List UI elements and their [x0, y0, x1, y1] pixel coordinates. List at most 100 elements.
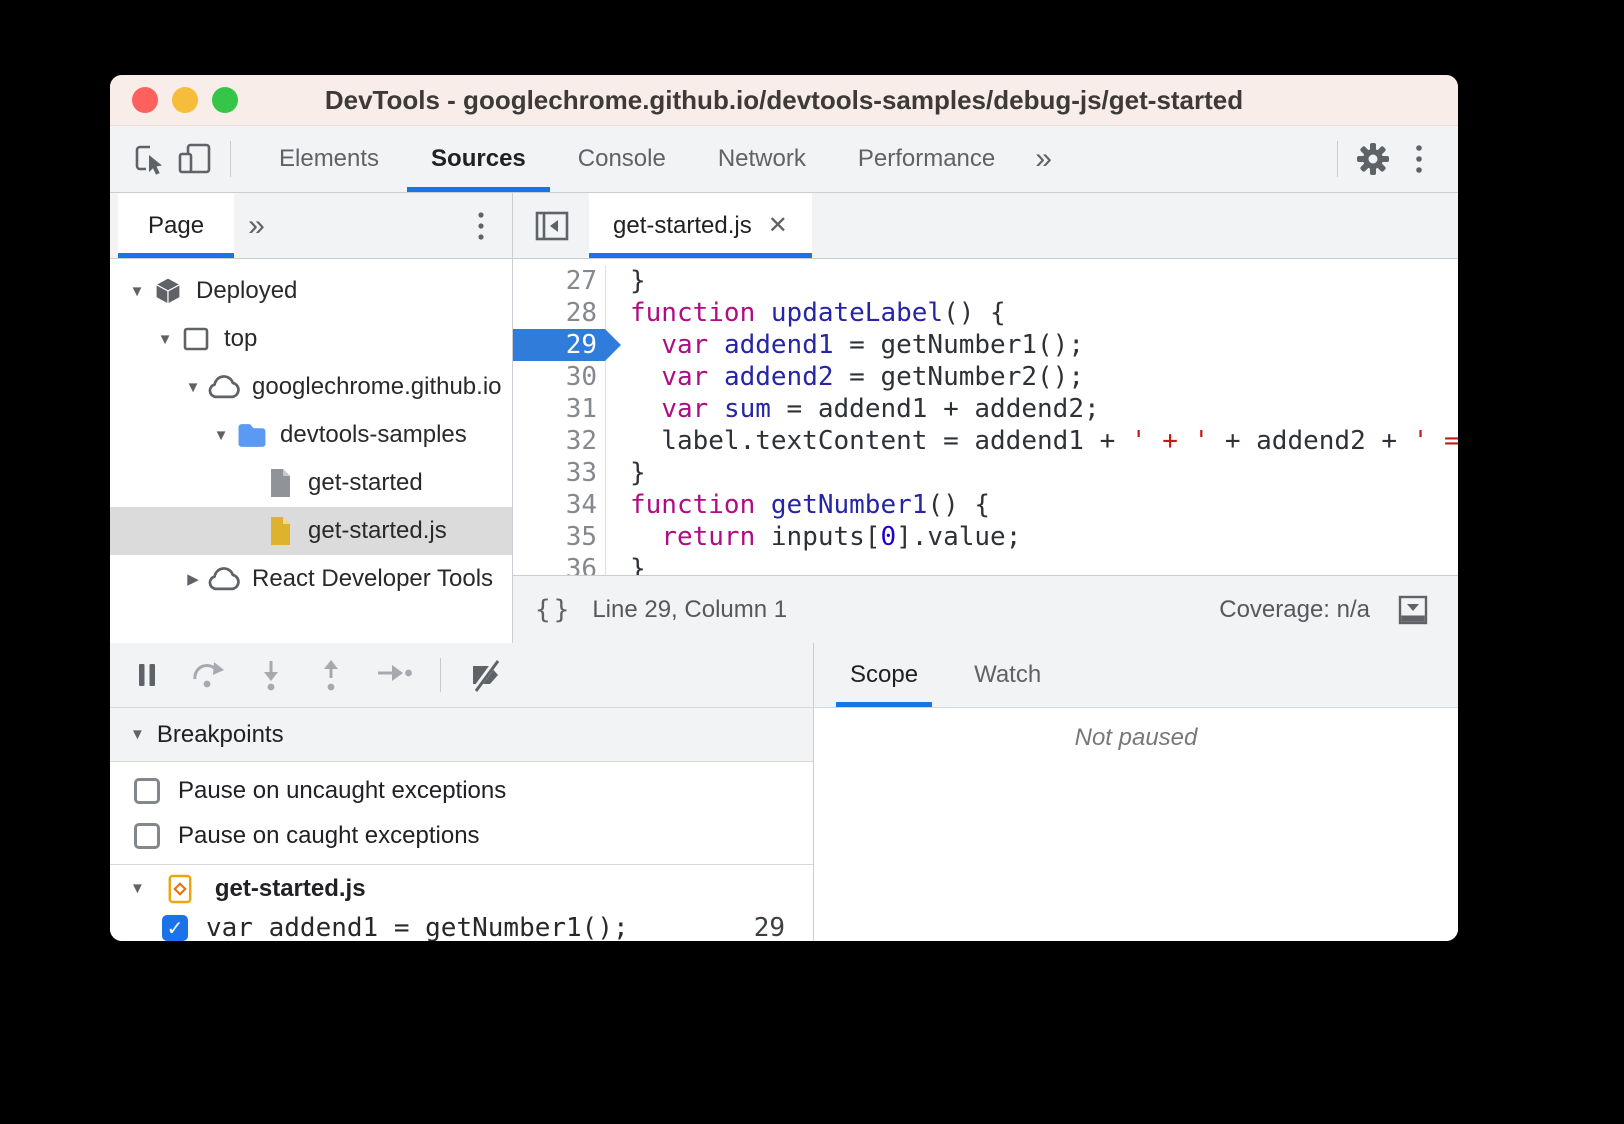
code-line-30: 30 var addend2 = getNumber2();: [513, 361, 1458, 393]
pause-script-icon[interactable]: [130, 658, 164, 692]
line-number[interactable]: 36: [513, 553, 606, 575]
breakpoint-checkbox[interactable]: ✓: [162, 915, 188, 941]
code-text[interactable]: label.textContent = addend1 + ' + ' + ad…: [606, 425, 1458, 457]
code-area[interactable]: 27}28function updateLabel() {29 var adde…: [513, 259, 1458, 575]
zoom-window-button[interactable]: [212, 87, 238, 113]
step-out-icon[interactable]: [314, 657, 348, 693]
tree-item-top[interactable]: ▼top: [110, 315, 512, 363]
tree-down-triangle-icon[interactable]: ▼: [208, 427, 234, 444]
close-tab-icon[interactable]: ✕: [768, 211, 788, 240]
tree-item-deployed[interactable]: ▼Deployed: [110, 267, 512, 315]
breakpoint-file-label: get-started.js: [215, 875, 366, 903]
breakpoints-label: Breakpoints: [157, 721, 284, 749]
file-tree: ▼Deployed▼top▼googlechrome.github.io▼dev…: [110, 259, 513, 643]
file-tab-label: get-started.js: [613, 212, 752, 240]
sources-content: ▼Deployed▼top▼googlechrome.github.io▼dev…: [110, 259, 1458, 643]
line-number[interactable]: 28: [513, 297, 606, 329]
window-title: DevTools - googlechrome.github.io/devtoo…: [110, 85, 1458, 116]
tree-item-googlechrome-github-io[interactable]: ▼googlechrome.github.io: [110, 363, 512, 411]
main-toolbar: ElementsSourcesConsoleNetworkPerformance…: [110, 126, 1458, 193]
breakpoints-section-header[interactable]: ▼ Breakpoints: [110, 708, 813, 762]
tab-scope-label: Scope: [850, 661, 918, 689]
scope-panel: Scope Watch Not paused: [814, 643, 1458, 941]
breakpoint-file-group[interactable]: ▼ get-started.js: [110, 864, 813, 912]
pause-caught-checkbox[interactable]: [134, 823, 160, 849]
tab-watch[interactable]: Watch: [960, 643, 1055, 707]
minimize-window-button[interactable]: [172, 87, 198, 113]
file-gray-icon: [262, 467, 298, 499]
pause-uncaught-label: Pause on uncaught exceptions: [178, 777, 506, 805]
pause-caught-label: Pause on caught exceptions: [178, 822, 480, 850]
code-text[interactable]: var sum = addend1 + addend2;: [606, 393, 1100, 425]
tree-down-triangle-icon[interactable]: ▼: [124, 283, 150, 300]
panel-tabs: ElementsSourcesConsoleNetworkPerformance: [253, 126, 1021, 192]
navigator-more-tabs-icon[interactable]: »: [234, 209, 279, 243]
settings-gear-icon[interactable]: [1350, 136, 1396, 182]
code-text[interactable]: return inputs[0].value;: [606, 521, 1021, 553]
code-text[interactable]: }: [606, 457, 646, 489]
debugger-section: ▼ Breakpoints Pause on uncaught exceptio…: [110, 643, 1458, 941]
tab-get-started-js[interactable]: get-started.js ✕: [589, 193, 812, 258]
tab-performance[interactable]: Performance: [832, 126, 1021, 192]
editor-tab-strip: get-started.js ✕: [513, 193, 1458, 258]
pretty-print-icon[interactable]: {}: [535, 595, 572, 625]
tab-network[interactable]: Network: [692, 126, 832, 192]
tab-console[interactable]: Console: [552, 126, 692, 192]
tab-elements[interactable]: Elements: [253, 126, 405, 192]
step-into-icon[interactable]: [254, 657, 288, 693]
tab-sources[interactable]: Sources: [405, 126, 552, 192]
tree-item-get-started[interactable]: get-started: [110, 459, 512, 507]
folder-icon: [234, 421, 270, 450]
exception-options: Pause on uncaught exceptions Pause on ca…: [110, 762, 813, 864]
code-line-35: 35 return inputs[0].value;: [513, 521, 1458, 553]
drawer-toggle-icon[interactable]: [1390, 587, 1436, 633]
scope-panel-tabs: Scope Watch: [814, 643, 1458, 708]
line-number[interactable]: 30: [513, 361, 606, 393]
inspect-element-icon[interactable]: [126, 136, 172, 182]
close-window-button[interactable]: [132, 87, 158, 113]
line-number[interactable]: 27: [513, 265, 606, 297]
code-text[interactable]: var addend2 = getNumber2();: [606, 361, 1084, 393]
code-editor: 27}28function updateLabel() {29 var adde…: [513, 259, 1458, 643]
code-line-31: 31 var sum = addend1 + addend2;: [513, 393, 1458, 425]
breakpoint-line-number: 29: [754, 913, 785, 941]
line-number[interactable]: 31: [513, 393, 606, 425]
navigator-kebab-menu-icon[interactable]: [458, 203, 504, 249]
tree-item-devtools-samples[interactable]: ▼devtools-samples: [110, 411, 512, 459]
pause-uncaught-row: Pause on uncaught exceptions: [110, 768, 813, 813]
code-line-33: 33}: [513, 457, 1458, 489]
pause-caught-row: Pause on caught exceptions: [110, 813, 813, 858]
kebab-menu-icon[interactable]: [1396, 136, 1442, 182]
code-text[interactable]: function getNumber1() {: [606, 489, 990, 521]
code-text[interactable]: var addend1 = getNumber1();: [606, 329, 1084, 361]
line-number[interactable]: 33: [513, 457, 606, 489]
code-text[interactable]: function updateLabel() {: [606, 297, 1006, 329]
tab-page-label: Page: [148, 212, 204, 240]
tree-down-triangle-icon[interactable]: ▼: [152, 331, 178, 348]
pause-uncaught-checkbox[interactable]: [134, 778, 160, 804]
deactivate-breakpoints-icon[interactable]: [467, 657, 507, 693]
tree-right-triangle-icon[interactable]: ▶: [180, 570, 206, 588]
navigator-toggle-icon[interactable]: [529, 203, 575, 249]
step-icon[interactable]: [374, 658, 414, 692]
breakpoint-entry: ✓var addend1 = getNumber1();29: [110, 912, 813, 941]
tree-down-triangle-icon[interactable]: ▼: [180, 379, 206, 396]
current-line-marker[interactable]: 29: [513, 329, 606, 361]
tree-item-react-developer-tools[interactable]: ▶React Developer Tools: [110, 555, 512, 603]
line-number[interactable]: 34: [513, 489, 606, 521]
collapse-triangle-icon: ▼: [130, 726, 145, 743]
scope-panel-body: Not paused: [814, 708, 1458, 941]
cube-icon: [150, 276, 186, 306]
toolbar-divider: [230, 141, 231, 177]
tab-page[interactable]: Page: [118, 193, 234, 258]
tree-item-get-started-js[interactable]: get-started.js: [110, 507, 512, 555]
code-text[interactable]: }: [606, 265, 646, 297]
tab-scope[interactable]: Scope: [836, 643, 932, 707]
panel-header-strip: Page » get-started.js ✕: [110, 193, 1458, 259]
device-toolbar-icon[interactable]: [172, 136, 218, 182]
code-text[interactable]: }: [606, 553, 646, 575]
line-number[interactable]: 32: [513, 425, 606, 457]
line-number[interactable]: 35: [513, 521, 606, 553]
step-over-icon[interactable]: [190, 658, 228, 692]
more-panels-icon[interactable]: »: [1021, 142, 1066, 176]
